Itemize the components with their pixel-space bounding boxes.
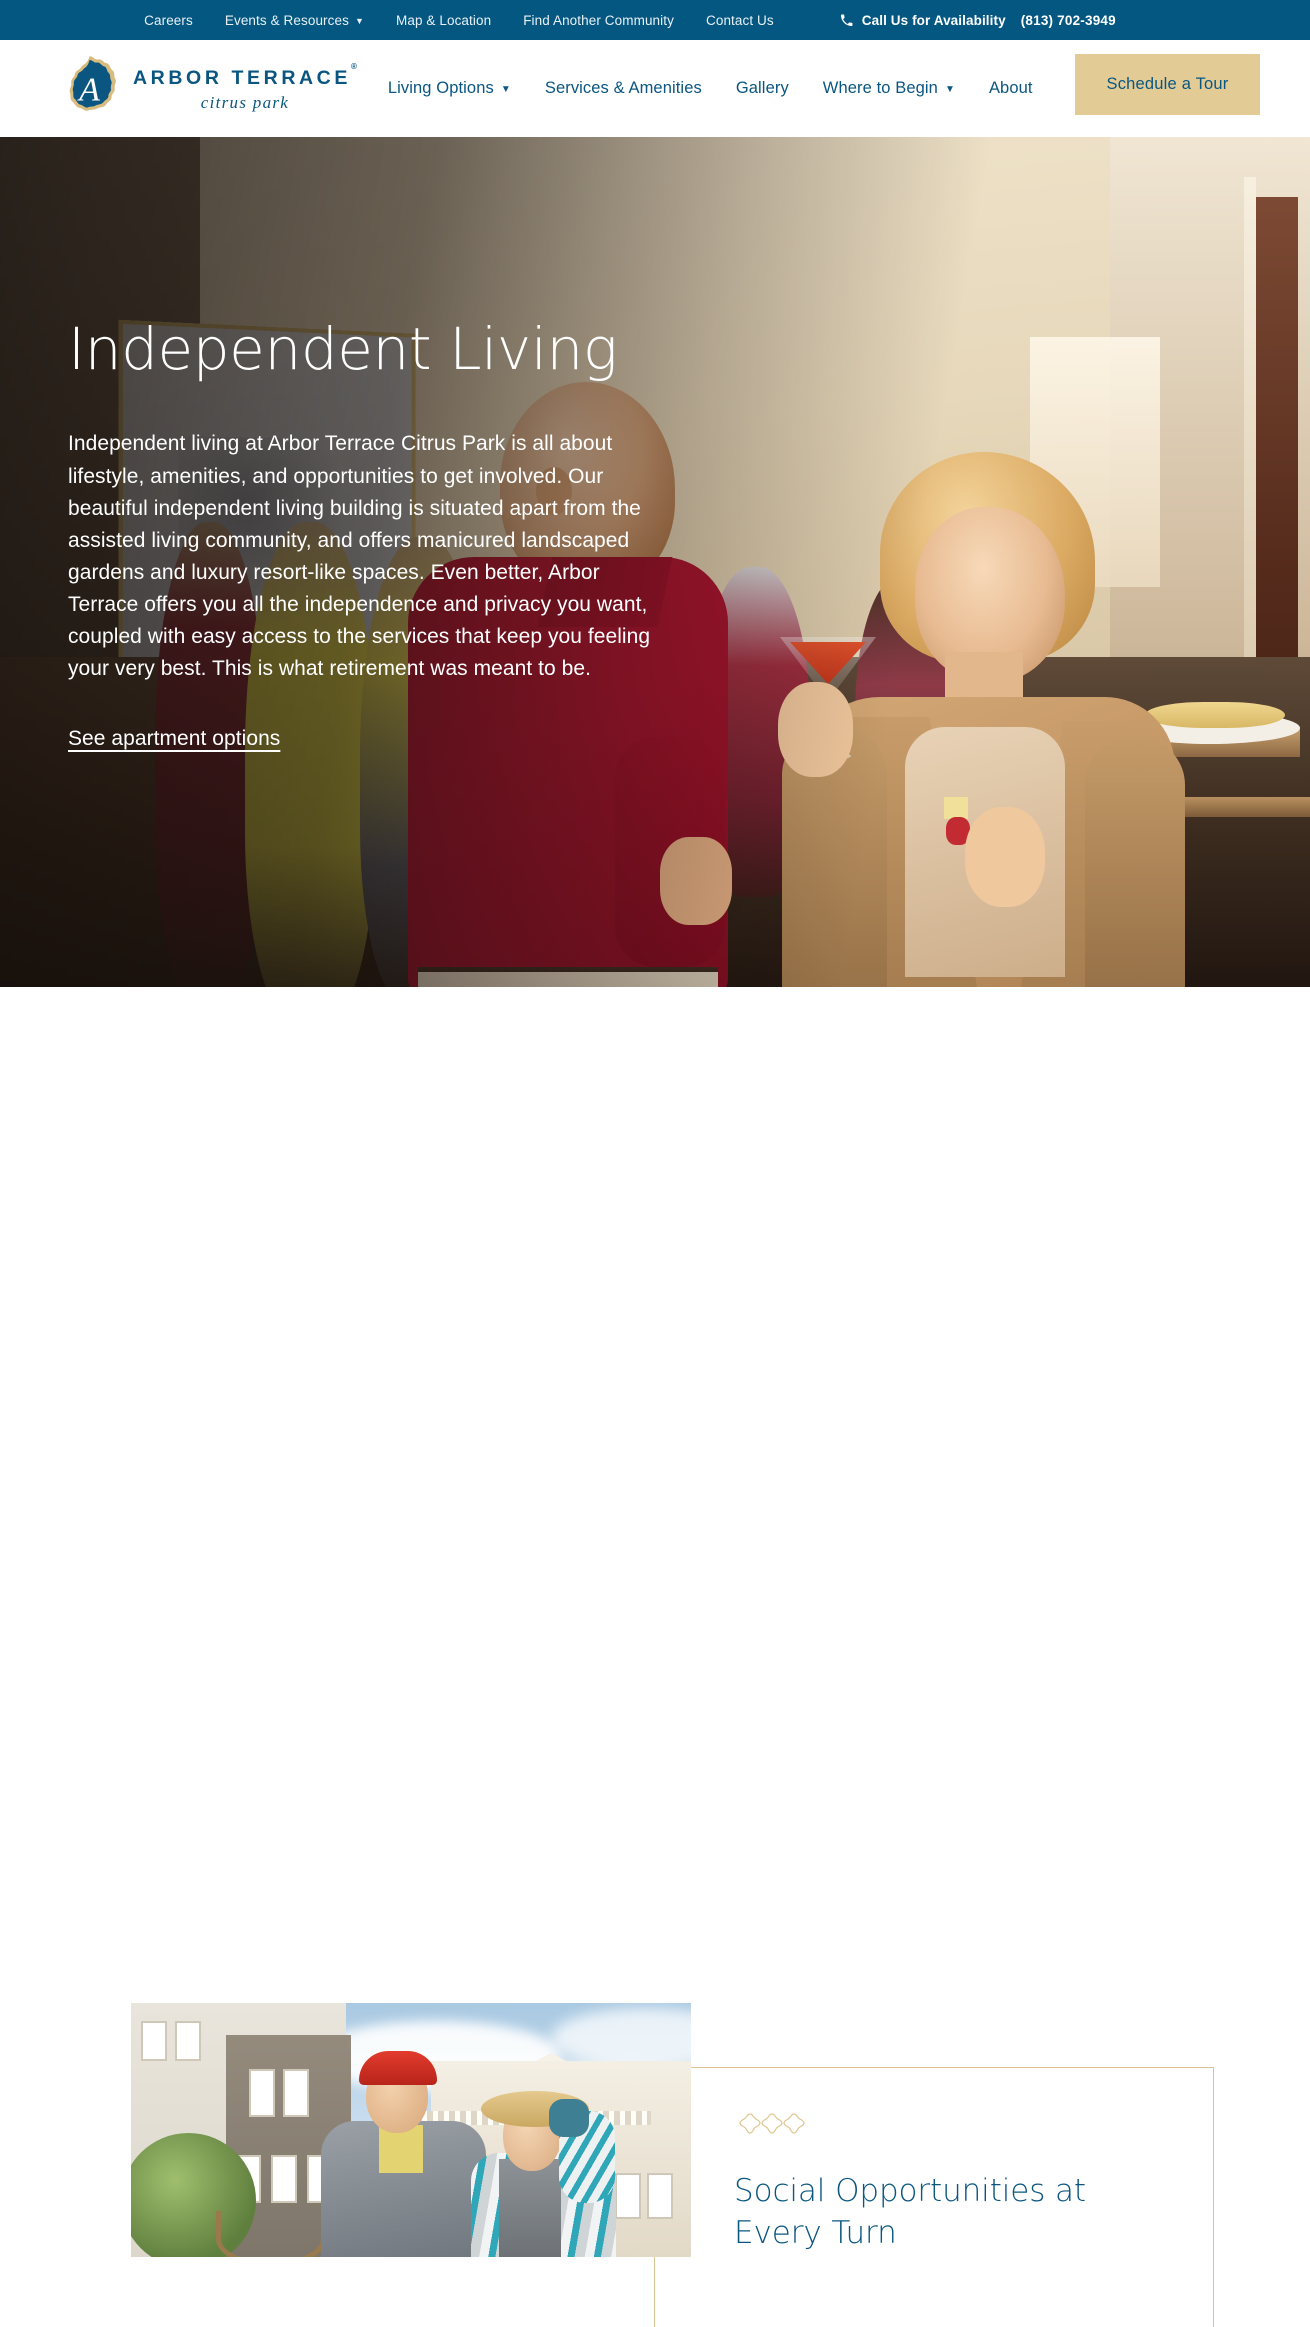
quatrefoil-ornament-icon — [734, 2112, 1164, 2149]
logo-subtitle: citrus park — [200, 92, 290, 112]
call-us-label[interactable]: Call Us for Availability — [862, 13, 1006, 28]
hero-description: Independent living at Arbor Terrace Citr… — [68, 432, 651, 681]
utility-link-events-resources[interactable]: Events & Resources ▼ — [225, 13, 364, 28]
feature-photo — [131, 2003, 691, 2257]
arbor-terrace-badge-icon: A — [58, 55, 121, 123]
phone-number-link[interactable]: (813) 702-3949 — [1021, 13, 1116, 28]
utility-link-label: Map & Location — [395, 12, 492, 28]
see-apartment-options-link[interactable]: See apartment options — [68, 727, 280, 751]
page-title: Independent Living — [68, 315, 618, 383]
utility-link-label: Find Another Community — [523, 12, 674, 28]
utility-link-careers[interactable]: Careers — [144, 13, 193, 28]
nav-item-label: Living Options — [387, 79, 494, 97]
logo-name: ARBOR TERRACE® — [133, 62, 357, 89]
utility-links: Careers Events & Resources ▼ Map & Locat… — [144, 13, 1116, 28]
nav-item-about[interactable]: About — [989, 79, 1033, 98]
chevron-down-icon: ▼ — [354, 15, 364, 26]
main-header: A ARBOR TERRACE® citrus park Living Opti… — [0, 40, 1310, 137]
hero-section: Independent Living Independent living at… — [0, 137, 1310, 987]
utility-link-label: Events & Resources — [224, 12, 349, 28]
schedule-a-tour-button[interactable]: Schedule a Tour — [1075, 54, 1260, 115]
chevron-down-icon: ▼ — [500, 83, 511, 95]
chevron-down-icon: ▼ — [944, 83, 955, 95]
nav-item-label: Services & Amenities — [544, 79, 702, 97]
nav-item-label: About — [988, 79, 1033, 97]
utility-link-contact-us[interactable]: Contact Us — [706, 13, 774, 28]
utility-link-find-another-community[interactable]: Find Another Community — [523, 13, 674, 28]
feature-heading: Social Opportunities at Every Turn — [734, 2173, 1086, 2251]
site-logo[interactable]: A ARBOR TERRACE® citrus park — [58, 55, 357, 123]
nav-item-living-options[interactable]: Living Options ▼ — [388, 79, 511, 98]
nav-item-label: Where to Begin — [822, 79, 938, 97]
nav-item-where-to-begin[interactable]: Where to Begin ▼ — [823, 79, 955, 98]
svg-text:A: A — [77, 71, 100, 108]
nav-item-gallery[interactable]: Gallery — [736, 79, 789, 98]
call-availability-group[interactable]: Call Us for Availability (813) 702-3949 — [840, 13, 1116, 28]
utility-bar: Careers Events & Resources ▼ Map & Locat… — [0, 0, 1310, 40]
feature-section: Social Opportunities at Every Turn — [0, 987, 1310, 2327]
nav-item-services-amenities[interactable]: Services & Amenities — [545, 79, 702, 98]
feature-text-block: Social Opportunities at Every Turn — [734, 2112, 1164, 2255]
main-navigation: Living Options ▼ Services & Amenities Ga… — [388, 79, 1033, 98]
nav-item-label: Gallery — [735, 79, 789, 97]
utility-link-map-location[interactable]: Map & Location — [396, 13, 491, 28]
trademark-symbol: ® — [350, 62, 357, 72]
utility-link-label: Contact Us — [705, 12, 774, 28]
utility-link-label: Careers — [144, 12, 193, 28]
phone-icon — [840, 14, 853, 27]
hero-content: Independent Living Independent living at… — [68, 315, 668, 751]
logo-wordmark: ARBOR TERRACE® citrus park — [133, 62, 357, 113]
